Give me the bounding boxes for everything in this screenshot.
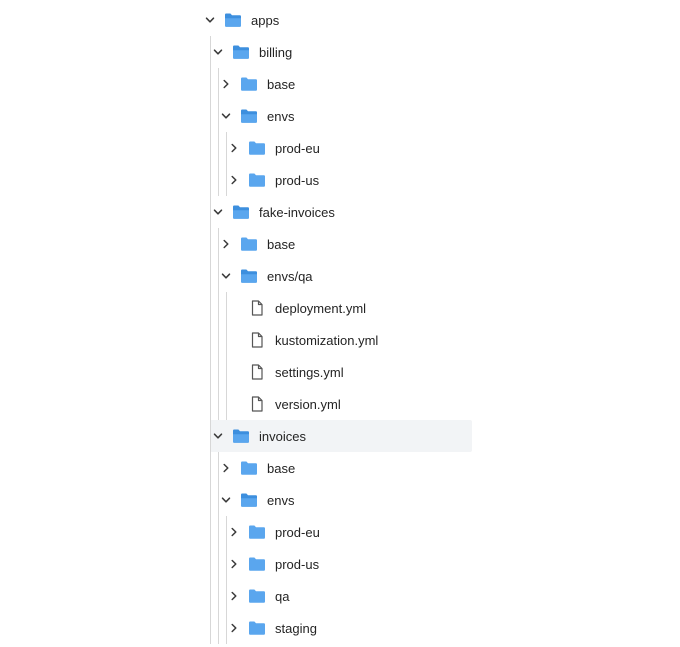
tree-item-label: base [267,460,296,476]
tree-folder-fake-invoices[interactable]: fake-invoices [210,196,335,228]
folder-icon [248,140,266,156]
tree-item-label: prod-us [275,556,320,572]
tree-item-label: invoices [259,428,306,444]
chevron-down-icon[interactable] [210,44,226,60]
chevron-right-icon[interactable] [218,460,234,476]
tree-item-label: base [267,76,296,92]
tree-folder-base[interactable]: base [218,68,295,100]
folder-icon [248,556,266,572]
folder-icon [232,428,250,444]
folder-icon [248,620,266,636]
indent-guide [218,452,219,644]
file-icon [248,300,266,316]
folder-icon [240,76,258,92]
tree-item-label: envs/qa [267,268,313,284]
tree-folder-prod-eu[interactable]: prod-eu [226,132,320,164]
tree-file-settings-yml[interactable]: settings.yml [226,356,344,388]
tree-folder-envs[interactable]: envs [218,100,294,132]
folder-icon [224,12,242,28]
tree-item-label: qa [275,588,290,604]
chevron-down-icon[interactable] [218,268,234,284]
indent-guide [210,36,211,644]
chevron-right-icon[interactable] [226,172,242,188]
folder-icon [240,268,258,284]
tree-item-label: billing [259,44,293,60]
folder-icon [240,492,258,508]
tree-item-label: prod-us [275,172,320,188]
chevron-right-icon[interactable] [226,524,242,540]
tree-file-kustomization-yml[interactable]: kustomization.yml [226,324,378,356]
tree-item-label: envs [267,108,295,124]
tree-folder-apps[interactable]: apps [202,4,279,36]
file-icon [248,396,266,412]
chevron-right-icon[interactable] [226,140,242,156]
tree-folder-prod-eu[interactable]: prod-eu [226,516,320,548]
tree-item-label: deployment.yml [275,300,367,316]
folder-icon [232,204,250,220]
chevron-down-icon[interactable] [202,12,218,28]
chevron-right-icon[interactable] [226,588,242,604]
tree-file-deployment-yml[interactable]: deployment.yml [226,292,366,324]
chevron-right-icon[interactable] [218,236,234,252]
file-tree: apps billing base envs prod-eu prod-us fake-in… [0,0,680,647]
tree-folder-staging[interactable]: staging [226,612,317,644]
tree-item-label: prod-eu [275,140,320,156]
tree-item-label: apps [251,12,280,28]
indent-guide [226,132,227,196]
folder-icon [248,172,266,188]
chevron-right-icon[interactable] [218,76,234,92]
tree-folder-envs[interactable]: envs [218,484,294,516]
tree-item-label: envs [267,492,295,508]
tree-item-label: staging [275,620,317,636]
chevron-right-icon[interactable] [226,620,242,636]
chevron-down-icon[interactable] [210,428,226,444]
folder-icon [248,524,266,540]
tree-folder-prod-us[interactable]: prod-us [226,548,319,580]
folder-icon [240,108,258,124]
tree-folder-prod-us[interactable]: prod-us [226,164,319,196]
tree-item-label: settings.yml [275,364,344,380]
folder-icon [240,460,258,476]
chevron-down-icon[interactable] [218,492,234,508]
indent-guide [218,228,219,420]
tree-folder-billing[interactable]: billing [210,36,292,68]
file-icon [248,332,266,348]
folder-icon [232,44,250,60]
tree-item-label: prod-eu [275,524,320,540]
folder-icon [240,236,258,252]
indent-guide [226,516,227,644]
tree-file-version-yml[interactable]: version.yml [226,388,341,420]
tree-item-label: base [267,236,296,252]
chevron-down-icon[interactable] [218,108,234,124]
tree-folder-base[interactable]: base [218,452,295,484]
tree-item-label: kustomization.yml [275,332,379,348]
chevron-down-icon[interactable] [210,204,226,220]
tree-folder-invoices[interactable]: invoices [210,420,472,452]
indent-guide [226,292,227,420]
folder-icon [248,588,266,604]
file-icon [248,364,266,380]
chevron-right-icon[interactable] [226,556,242,572]
indent-guide [218,68,219,196]
tree-folder-qa[interactable]: qa [226,580,289,612]
tree-item-label: fake-invoices [259,204,335,220]
tree-folder-base[interactable]: base [218,228,295,260]
tree-item-label: version.yml [275,396,341,412]
tree-folder-envs-qa[interactable]: envs/qa [218,260,313,292]
